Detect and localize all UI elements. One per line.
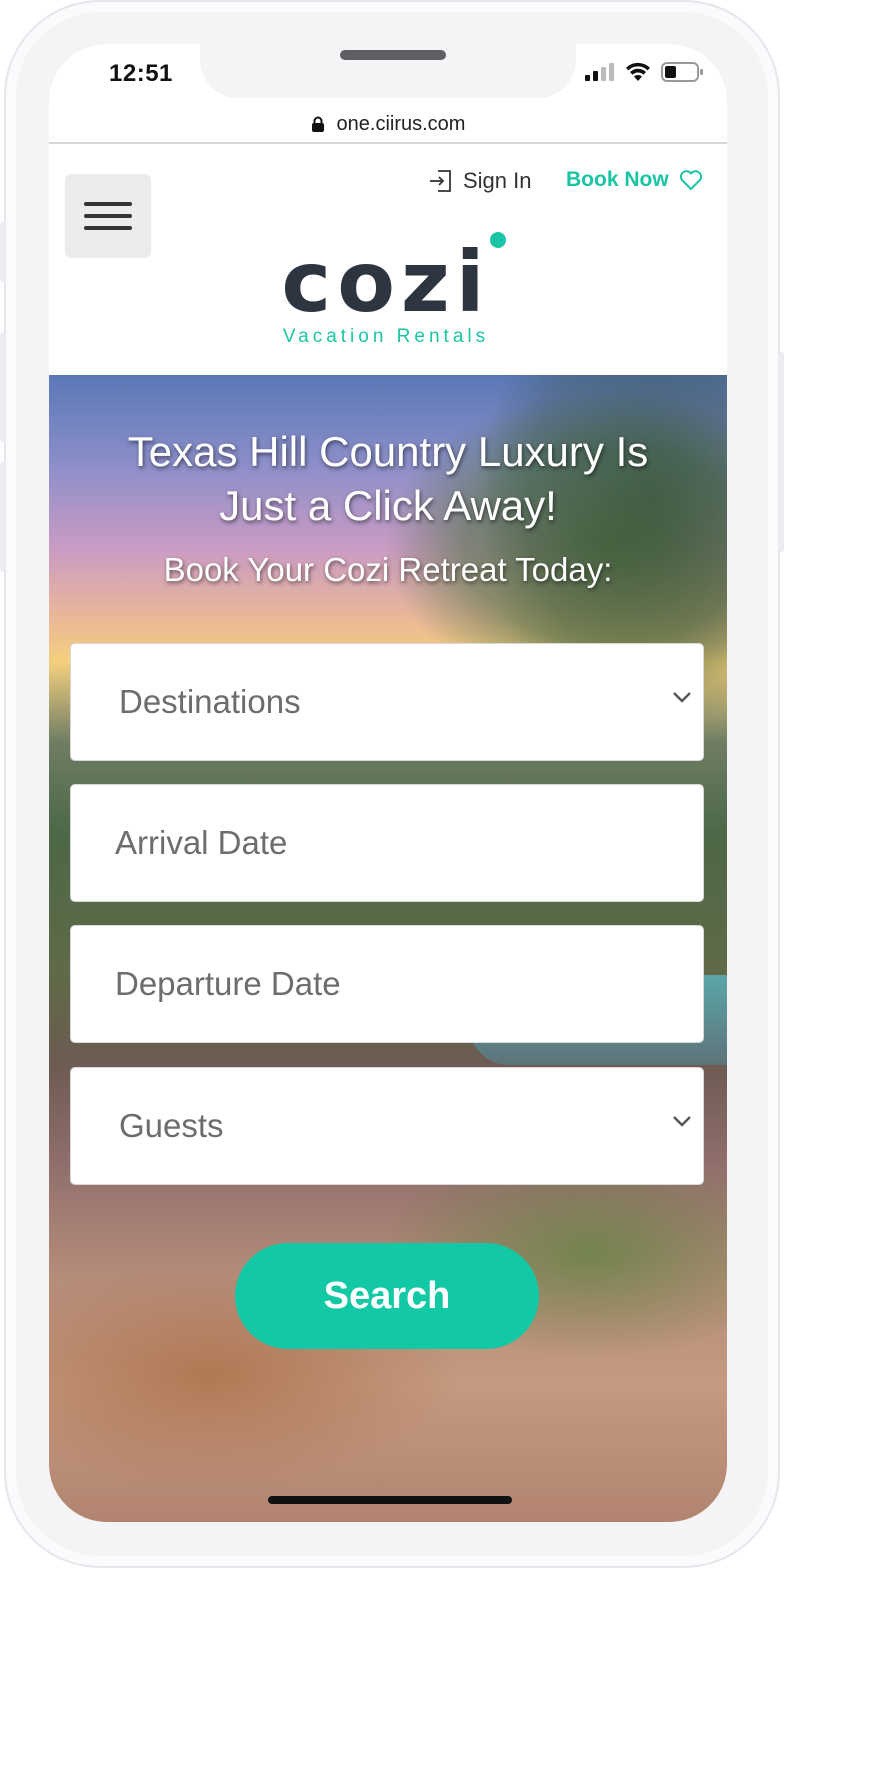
cozi-logo[interactable]: cozi Vacation Rentals (261, 232, 511, 348)
chevron-down-icon (673, 1116, 691, 1127)
chevron-down-icon (673, 692, 691, 703)
search-button[interactable]: Search (235, 1243, 539, 1349)
status-time: 12:51 (109, 60, 173, 87)
sign-in-label: Sign In (463, 168, 532, 193)
departure-date-placeholder: Departure Date (115, 965, 341, 1002)
hero-title: Texas Hill Country Luxury Is Just a Clic… (127, 428, 649, 529)
hero-subtitle: Book Your Cozi Retreat Today: (163, 551, 613, 588)
book-now-label: Book Now (566, 168, 669, 191)
logo-dot (490, 232, 506, 248)
book-now-link[interactable]: Book Now (566, 168, 703, 192)
destinations-placeholder: Destinations (119, 683, 301, 720)
mute-switch (0, 222, 6, 282)
arrival-date-field[interactable]: Arrival Date (70, 784, 704, 902)
screen: 12:51 one.ciirus.com Sign In Book Now co… (49, 44, 727, 1522)
status-icons (585, 62, 703, 82)
status-bar: 12:51 (49, 44, 727, 106)
arrival-date-placeholder: Arrival Date (115, 824, 288, 861)
home-indicator[interactable] (268, 1496, 512, 1504)
site-header: Sign In Book Now cozi Vacation Rentals (49, 144, 727, 375)
volume-down-button (0, 462, 6, 572)
menu-button[interactable] (65, 174, 151, 258)
guests-select[interactable]: Guests (70, 1067, 704, 1185)
hamburger-bar (84, 214, 132, 218)
heart-icon[interactable] (679, 169, 703, 191)
sign-in-link[interactable]: Sign In (429, 168, 532, 194)
guests-placeholder: Guests (119, 1107, 224, 1144)
lock-icon (311, 116, 324, 132)
power-button (778, 352, 784, 552)
hamburger-menu-icon (84, 202, 132, 206)
logo-wordmark: cozi (281, 233, 491, 331)
hero-section: Texas Hill Country Luxury Is Just a Clic… (49, 375, 727, 1522)
battery-icon (661, 62, 703, 82)
departure-date-field[interactable]: Departure Date (70, 925, 704, 1043)
sign-in-icon (430, 170, 451, 192)
hamburger-bar (84, 226, 132, 230)
notch (200, 44, 576, 98)
url-text: one.ciirus.com (336, 112, 466, 135)
speaker-grille (340, 50, 446, 60)
address-bar[interactable]: one.ciirus.com (49, 106, 727, 144)
volume-up-button (0, 332, 6, 442)
destinations-select[interactable]: Destinations (70, 643, 704, 761)
signal-icon (585, 63, 614, 81)
wifi-icon (626, 62, 650, 81)
